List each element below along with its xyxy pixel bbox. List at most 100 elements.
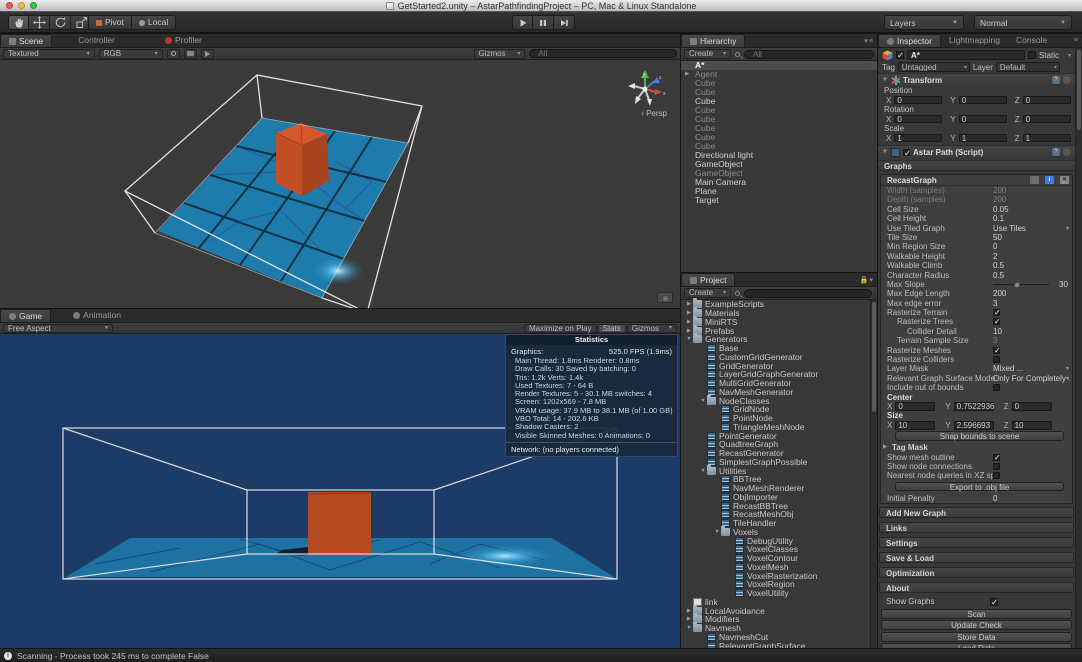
panel-menu-icon[interactable]: 🔒▾: [860, 276, 874, 284]
astar-component-header[interactable]: ▼ Astar Path (Script) ?: [878, 145, 1075, 158]
row-checkbox[interactable]: [993, 309, 1000, 316]
aspect-dropdown[interactable]: Free Aspect▾: [3, 324, 113, 333]
stats-button[interactable]: Stats: [598, 324, 626, 333]
row-value[interactable]: 50: [993, 233, 1002, 242]
row-value[interactable]: 3: [993, 336, 997, 345]
slider-thumb[interactable]: [1014, 282, 1020, 288]
gameobject-active-checkbox[interactable]: [896, 51, 904, 59]
inspector-row[interactable]: Depth (samples) 200 ▾ X Y Z: [881, 195, 1072, 204]
x-field[interactable]: 1: [894, 134, 942, 143]
expand-arrow-icon[interactable]: ▼: [699, 398, 707, 404]
section-bar[interactable]: Save & Load: [879, 552, 1074, 563]
inspector-row[interactable]: Character Radius 0.5 ▾ X Y Z: [881, 271, 1072, 280]
rotate-tool-button[interactable]: [50, 15, 71, 30]
inspector-row[interactable]: Rasterize Meshes ▾ X Y Z: [881, 346, 1072, 355]
scene-viewport[interactable]: y z x ‹ Persp: [0, 61, 681, 308]
project-item[interactable]: GridNode: [681, 405, 870, 414]
about-bar[interactable]: About: [879, 582, 1074, 593]
inspector-row[interactable]: Relevant Graph Surface Mode Only For Com…: [881, 374, 1072, 383]
project-item[interactable]: TileHandler: [681, 519, 870, 528]
tab-scene[interactable]: Scene: [0, 34, 52, 47]
foldout-arrow-icon[interactable]: ▼: [882, 149, 888, 155]
section-bar[interactable]: Optimization: [879, 567, 1074, 578]
inspector-row[interactable]: ▾ X0 Y0.7522936 Z0: [881, 402, 1072, 411]
foldout-arrow-icon[interactable]: ▶: [883, 443, 887, 452]
step-button[interactable]: [554, 15, 575, 30]
scene-orientation-gizmo[interactable]: y z x: [623, 67, 667, 111]
tab-animation[interactable]: Animation: [65, 309, 129, 322]
row-value[interactable]: 200: [993, 195, 1006, 204]
component-enabled-checkbox[interactable]: [903, 149, 910, 156]
z-field[interactable]: 0: [1023, 96, 1071, 105]
section-bar[interactable]: Settings: [879, 537, 1074, 548]
row-value[interactable]: 2: [993, 252, 997, 261]
row-value[interactable]: Only For Completely Insid: [993, 374, 1069, 383]
expand-arrow-icon[interactable]: ▶: [685, 616, 693, 622]
help-icon[interactable]: ?: [1052, 148, 1060, 156]
row-checkbox[interactable]: [993, 454, 1000, 461]
inspector-row[interactable]: Max Slope 30 ▾ X Y Z: [881, 280, 1072, 289]
y-field[interactable]: 2.596693: [954, 421, 994, 430]
y-field[interactable]: 0.7522936: [954, 402, 994, 411]
inspector-row[interactable]: Include out of bounds ▾ X Y Z: [881, 383, 1072, 392]
inspector-row[interactable]: Rasterize Terrain ▾ X Y Z: [881, 308, 1072, 317]
row-value[interactable]: 0: [993, 242, 997, 251]
z-field[interactable]: 0: [1023, 115, 1071, 124]
draw-mode-dropdown[interactable]: Textured▾: [3, 49, 95, 59]
x-field[interactable]: 0: [894, 115, 942, 124]
project-item[interactable]: ▼ NodeClasses: [681, 396, 870, 405]
game-viewport[interactable]: Statistics Graphics: 525.0 FPS (1.9ms) M…: [0, 334, 681, 648]
row-checkbox[interactable]: [993, 356, 1000, 363]
pause-button[interactable]: [533, 15, 554, 30]
layout-dropdown[interactable]: Normal▼: [974, 15, 1072, 30]
row-value[interactable]: 10: [993, 327, 1002, 336]
delete-graph-icon[interactable]: ✕: [1060, 176, 1069, 184]
project-create-button[interactable]: Create▾: [684, 288, 731, 298]
row-value[interactable]: 0.5: [993, 261, 1004, 270]
scene-search-input[interactable]: [529, 49, 677, 58]
panel-menu-icon[interactable]: ▾≡: [864, 37, 874, 45]
row-value[interactable]: 200: [993, 186, 1006, 195]
camera-preview-icon[interactable]: [657, 292, 673, 303]
tab-project[interactable]: Project: [681, 273, 735, 286]
x-field[interactable]: 0: [895, 402, 935, 411]
inspector-row[interactable]: Min Region Size 0 ▾ X Y Z: [881, 242, 1072, 251]
action-button[interactable]: Scan: [881, 609, 1072, 619]
scene-audio-toggle[interactable]: [201, 49, 214, 59]
inspector-row[interactable]: Walkable Height 2 ▾ X Y Z: [881, 252, 1072, 261]
row-checkbox[interactable]: [993, 318, 1000, 325]
scrollbar-thumb[interactable]: [1077, 50, 1081, 130]
row-value[interactable]: 0.1: [993, 214, 1004, 223]
add-new-graph-bar[interactable]: Add New Graph: [879, 507, 1074, 518]
inspector-row[interactable]: Show node connections ▾ X Y Z: [881, 462, 1072, 471]
z-field[interactable]: 1: [1023, 134, 1071, 143]
move-tool-button[interactable]: [29, 15, 50, 30]
inspector-row[interactable]: Rasterize Colliders ▾ X Y Z: [881, 355, 1072, 364]
tab-console[interactable]: Console: [1008, 34, 1055, 47]
inspector-row[interactable]: Width (samples) 200 ▾ X Y Z: [881, 186, 1072, 195]
static-dropdown-icon[interactable]: ▾: [1068, 52, 1071, 59]
layer-dropdown[interactable]: Default: [996, 62, 1060, 72]
y-field[interactable]: 0: [959, 96, 1007, 105]
tab-hierarchy[interactable]: Hierarchy: [681, 34, 745, 47]
render-mode-dropdown[interactable]: RGB▾: [99, 49, 163, 59]
inspector-row[interactable]: Center ▾ X Y Z: [881, 393, 1072, 402]
project-item[interactable]: ▼ Utilities: [681, 466, 870, 475]
static-checkbox[interactable]: [1028, 51, 1036, 59]
project-scrollbar[interactable]: [870, 300, 877, 648]
row-value[interactable]: Mixed ...: [993, 364, 1023, 373]
row-value[interactable]: 200: [993, 289, 1006, 298]
project-search-input[interactable]: [744, 289, 872, 298]
tab-inspector[interactable]: Inspector: [878, 34, 941, 47]
scrollbar-thumb[interactable]: [872, 302, 876, 412]
expand-arrow-icon[interactable]: ▼: [685, 336, 693, 342]
expand-arrow-icon[interactable]: ▶: [685, 310, 693, 316]
inspector-row[interactable]: Size ▾ X Y Z: [881, 411, 1072, 420]
scene-skybox-toggle[interactable]: [184, 49, 197, 59]
gizmos-dropdown[interactable]: Gizmos▾: [474, 49, 526, 59]
maximize-on-play-button[interactable]: Maximize on Play: [524, 324, 597, 333]
expand-arrow-icon[interactable]: ▶: [685, 319, 693, 325]
pivot-toggle-button[interactable]: Pivot: [88, 15, 132, 30]
inspector-row[interactable]: ▾ X Y Z Snap bounds to scene: [881, 431, 1072, 443]
expand-arrow-icon[interactable]: ▼: [713, 529, 721, 535]
